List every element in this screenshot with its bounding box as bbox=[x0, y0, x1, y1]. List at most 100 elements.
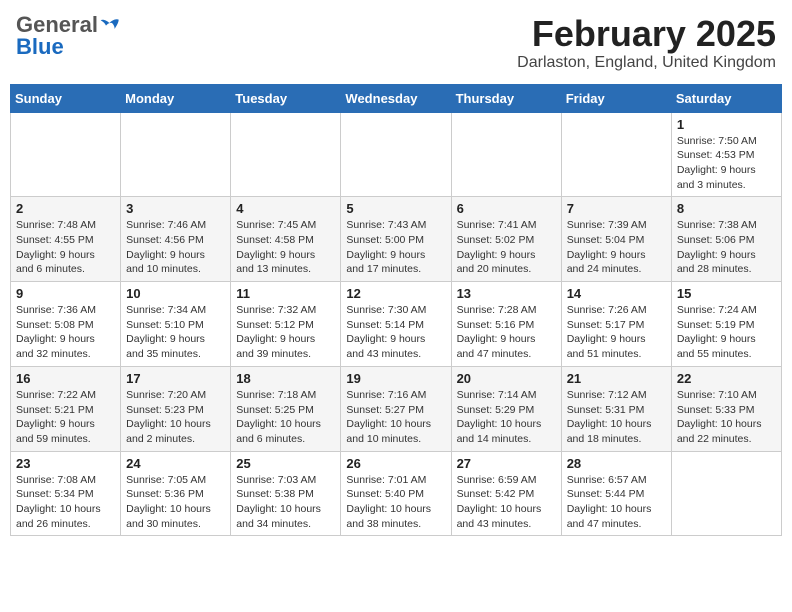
calendar-cell bbox=[341, 112, 451, 197]
day-number: 20 bbox=[457, 371, 556, 386]
calendar-cell: 19Sunrise: 7:16 AM Sunset: 5:27 PM Dayli… bbox=[341, 366, 451, 451]
month-title: February 2025 bbox=[517, 14, 776, 54]
weekday-header-thursday: Thursday bbox=[451, 84, 561, 112]
calendar-cell: 10 Sunrise: 7:34 AM Sunset: 5:10 PM Dayli… bbox=[121, 282, 231, 367]
header: General Blue February 2025 Darlaston, En… bbox=[10, 10, 782, 76]
day-info: Sunrise: 7:20 AM Sunset: 5:23 PM Dayligh… bbox=[126, 388, 225, 447]
calendar-cell: 12 Sunrise: 7:30 AM Sunset: 5:14 PM Dayli… bbox=[341, 282, 451, 367]
day-info: Sunrise: 7:26 AM Sunset: 5:17 PM Dayligh… bbox=[567, 303, 666, 362]
calendar-cell: 22 Sunrise: 7:10 AM Sunset: 5:33 PM Dayli… bbox=[671, 366, 781, 451]
day-info: Sunrise: 7:30 AM Sunset: 5:14 PM Dayligh… bbox=[346, 303, 445, 362]
day-number: 2 bbox=[16, 201, 115, 216]
day-number: 23 bbox=[16, 456, 115, 471]
day-info: Sunrise: 7:39 AM Sunset: 5:04 PM Dayligh… bbox=[567, 218, 666, 277]
calendar-cell: 17 Sunrise: 7:20 AM Sunset: 5:23 PM Dayli… bbox=[121, 366, 231, 451]
weekday-header-sunday: Sunday bbox=[11, 84, 121, 112]
day-number: 4 bbox=[236, 201, 335, 216]
calendar-week-2: 2 Sunrise: 7:48 AM Sunset: 4:55 PM Daylig… bbox=[11, 197, 782, 282]
calendar-cell bbox=[231, 112, 341, 197]
day-info: Sunrise: 7:03 AM Sunset: 5:38 PM Dayligh… bbox=[236, 473, 335, 532]
calendar-cell: 6Sunrise: 7:41 AM Sunset: 5:02 PM Daylig… bbox=[451, 197, 561, 282]
calendar-cell: 13 Sunrise: 7:28 AM Sunset: 5:16 PM Dayli… bbox=[451, 282, 561, 367]
day-number: 18 bbox=[236, 371, 335, 386]
calendar-cell bbox=[11, 112, 121, 197]
day-info: Sunrise: 7:24 AM Sunset: 5:19 PM Dayligh… bbox=[677, 303, 776, 362]
day-info: Sunrise: 7:41 AM Sunset: 5:02 PM Dayligh… bbox=[457, 218, 556, 277]
day-number: 12 bbox=[346, 286, 445, 301]
calendar-cell: 14Sunrise: 7:26 AM Sunset: 5:17 PM Dayli… bbox=[561, 282, 671, 367]
day-info: Sunrise: 7:16 AM Sunset: 5:27 PM Dayligh… bbox=[346, 388, 445, 447]
logo-blue-text: Blue bbox=[16, 36, 64, 58]
day-number: 5 bbox=[346, 201, 445, 216]
day-number: 17 bbox=[126, 371, 225, 386]
calendar-cell bbox=[451, 112, 561, 197]
calendar-cell: 15 Sunrise: 7:24 AM Sunset: 5:19 PM Dayli… bbox=[671, 282, 781, 367]
day-number: 24 bbox=[126, 456, 225, 471]
day-number: 13 bbox=[457, 286, 556, 301]
day-number: 15 bbox=[677, 286, 776, 301]
calendar-week-3: 9Sunrise: 7:36 AM Sunset: 5:08 PM Daylig… bbox=[11, 282, 782, 367]
calendar-cell: 26Sunrise: 7:01 AM Sunset: 5:40 PM Dayli… bbox=[341, 451, 451, 536]
calendar-cell: 23 Sunrise: 7:08 AM Sunset: 5:34 PM Dayli… bbox=[11, 451, 121, 536]
day-number: 27 bbox=[457, 456, 556, 471]
day-info: Sunrise: 7:38 AM Sunset: 5:06 PM Dayligh… bbox=[677, 218, 776, 277]
day-info: Sunrise: 7:28 AM Sunset: 5:16 PM Dayligh… bbox=[457, 303, 556, 362]
day-number: 9 bbox=[16, 286, 115, 301]
day-info: Sunrise: 7:32 AM Sunset: 5:12 PM Dayligh… bbox=[236, 303, 335, 362]
calendar-cell: 24 Sunrise: 7:05 AM Sunset: 5:36 PM Dayli… bbox=[121, 451, 231, 536]
calendar-cell: 16 Sunrise: 7:22 AM Sunset: 5:21 PM Dayli… bbox=[11, 366, 121, 451]
day-number: 1 bbox=[677, 117, 776, 132]
day-info: Sunrise: 7:46 AM Sunset: 4:56 PM Dayligh… bbox=[126, 218, 225, 277]
calendar-cell: 8 Sunrise: 7:38 AM Sunset: 5:06 PM Daylig… bbox=[671, 197, 781, 282]
calendar-cell: 9Sunrise: 7:36 AM Sunset: 5:08 PM Daylig… bbox=[11, 282, 121, 367]
calendar-cell bbox=[561, 112, 671, 197]
title-area: February 2025 Darlaston, England, United… bbox=[517, 14, 776, 72]
calendar-cell: 25 Sunrise: 7:03 AM Sunset: 5:38 PM Dayli… bbox=[231, 451, 341, 536]
calendar-cell bbox=[671, 451, 781, 536]
day-number: 28 bbox=[567, 456, 666, 471]
logo-general-text: General bbox=[16, 14, 98, 36]
logo-bird-icon bbox=[100, 17, 120, 33]
calendar-week-5: 23 Sunrise: 7:08 AM Sunset: 5:34 PM Dayli… bbox=[11, 451, 782, 536]
weekday-header-row: SundayMondayTuesdayWednesdayThursdayFrid… bbox=[11, 84, 782, 112]
weekday-header-saturday: Saturday bbox=[671, 84, 781, 112]
calendar-cell: 5 Sunrise: 7:43 AM Sunset: 5:00 PM Daylig… bbox=[341, 197, 451, 282]
calendar-cell: 4 Sunrise: 7:45 AM Sunset: 4:58 PM Daylig… bbox=[231, 197, 341, 282]
day-number: 11 bbox=[236, 286, 335, 301]
day-info: Sunrise: 7:48 AM Sunset: 4:55 PM Dayligh… bbox=[16, 218, 115, 277]
day-info: Sunrise: 7:08 AM Sunset: 5:34 PM Dayligh… bbox=[16, 473, 115, 532]
day-number: 10 bbox=[126, 286, 225, 301]
day-number: 26 bbox=[346, 456, 445, 471]
day-number: 8 bbox=[677, 201, 776, 216]
location-text: Darlaston, England, United Kingdom bbox=[517, 54, 776, 72]
logo: General Blue bbox=[16, 14, 120, 58]
day-info: Sunrise: 6:59 AM Sunset: 5:42 PM Dayligh… bbox=[457, 473, 556, 532]
calendar-cell: 2 Sunrise: 7:48 AM Sunset: 4:55 PM Daylig… bbox=[11, 197, 121, 282]
weekday-header-tuesday: Tuesday bbox=[231, 84, 341, 112]
day-info: Sunrise: 7:50 AM Sunset: 4:53 PM Dayligh… bbox=[677, 134, 776, 193]
calendar-cell: 27 Sunrise: 6:59 AM Sunset: 5:42 PM Dayli… bbox=[451, 451, 561, 536]
day-number: 7 bbox=[567, 201, 666, 216]
calendar: SundayMondayTuesdayWednesdayThursdayFrid… bbox=[10, 84, 782, 537]
calendar-cell: 18 Sunrise: 7:18 AM Sunset: 5:25 PM Dayli… bbox=[231, 366, 341, 451]
day-info: Sunrise: 7:45 AM Sunset: 4:58 PM Dayligh… bbox=[236, 218, 335, 277]
day-number: 22 bbox=[677, 371, 776, 386]
weekday-header-monday: Monday bbox=[121, 84, 231, 112]
calendar-week-1: 1 Sunrise: 7:50 AM Sunset: 4:53 PM Daylig… bbox=[11, 112, 782, 197]
day-number: 21 bbox=[567, 371, 666, 386]
calendar-week-4: 16 Sunrise: 7:22 AM Sunset: 5:21 PM Dayli… bbox=[11, 366, 782, 451]
calendar-cell: 20 Sunrise: 7:14 AM Sunset: 5:29 PM Dayli… bbox=[451, 366, 561, 451]
calendar-cell: 3Sunrise: 7:46 AM Sunset: 4:56 PM Daylig… bbox=[121, 197, 231, 282]
day-number: 16 bbox=[16, 371, 115, 386]
day-info: Sunrise: 7:05 AM Sunset: 5:36 PM Dayligh… bbox=[126, 473, 225, 532]
day-info: Sunrise: 7:43 AM Sunset: 5:00 PM Dayligh… bbox=[346, 218, 445, 277]
day-number: 25 bbox=[236, 456, 335, 471]
day-info: Sunrise: 7:34 AM Sunset: 5:10 PM Dayligh… bbox=[126, 303, 225, 362]
calendar-cell: 1 Sunrise: 7:50 AM Sunset: 4:53 PM Daylig… bbox=[671, 112, 781, 197]
day-info: Sunrise: 7:22 AM Sunset: 5:21 PM Dayligh… bbox=[16, 388, 115, 447]
day-info: Sunrise: 7:12 AM Sunset: 5:31 PM Dayligh… bbox=[567, 388, 666, 447]
day-info: Sunrise: 7:14 AM Sunset: 5:29 PM Dayligh… bbox=[457, 388, 556, 447]
day-info: Sunrise: 7:10 AM Sunset: 5:33 PM Dayligh… bbox=[677, 388, 776, 447]
day-info: Sunrise: 7:18 AM Sunset: 5:25 PM Dayligh… bbox=[236, 388, 335, 447]
weekday-header-friday: Friday bbox=[561, 84, 671, 112]
